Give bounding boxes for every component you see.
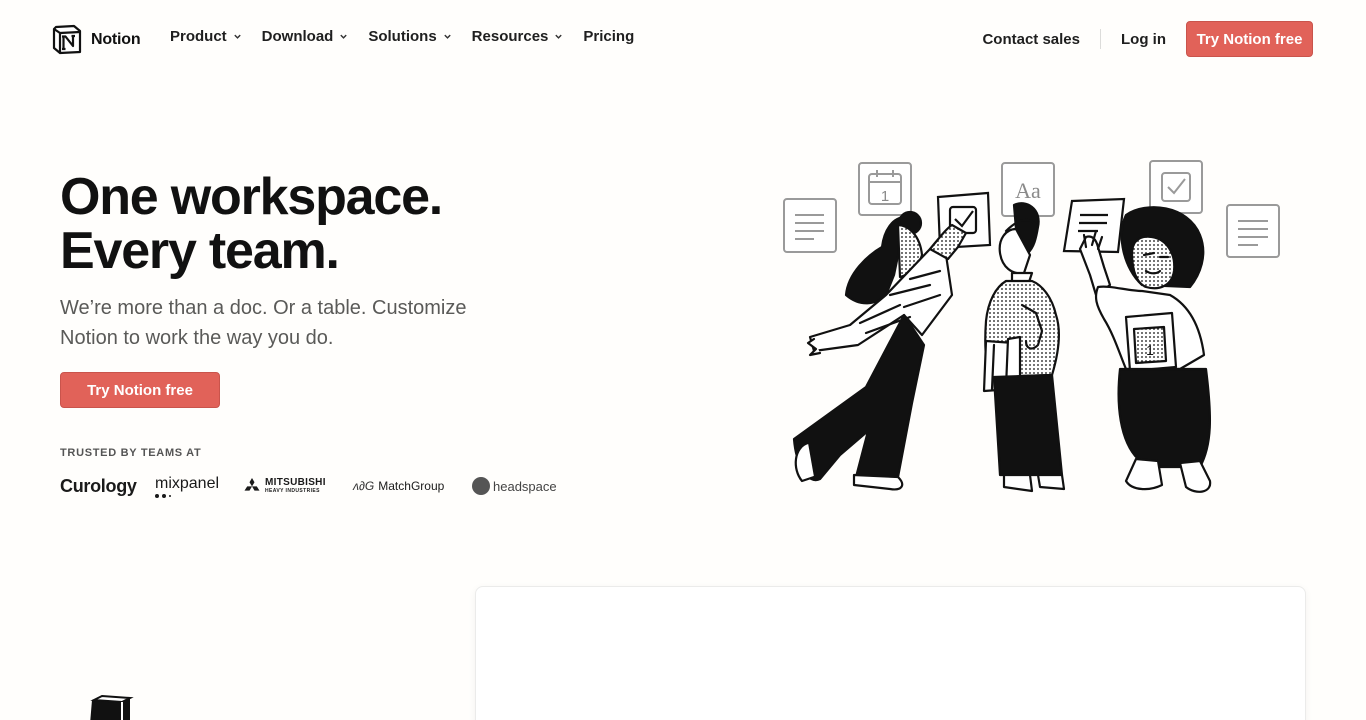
nav-actions: Contact sales Log in Try Notion free bbox=[982, 21, 1313, 57]
mitsubishi-logo-text: MITSUBISHI bbox=[265, 477, 326, 488]
svg-text:1: 1 bbox=[1146, 342, 1154, 358]
hero-illustration: 1 Aa 1 bbox=[783, 160, 1280, 493]
hero-title-line-2: Every team. bbox=[60, 222, 340, 280]
chevron-down-icon bbox=[443, 34, 451, 39]
mitsubishi-logo: MITSUBISHI HEAVY INDUSTRIES bbox=[243, 472, 326, 500]
brand-name: Notion bbox=[91, 30, 141, 48]
try-notion-free-nav-button[interactable]: Try Notion free bbox=[1186, 21, 1313, 57]
nav-item-label: Pricing bbox=[583, 28, 635, 45]
chevron-down-icon bbox=[555, 34, 563, 39]
top-navigation: Notion Product Download Solutions Resour… bbox=[0, 0, 1366, 78]
nav-item-label: Product bbox=[170, 28, 227, 45]
person-right-illustration: 1 bbox=[1078, 206, 1212, 493]
chevron-down-icon bbox=[340, 34, 348, 39]
document-card-icon bbox=[783, 198, 837, 253]
nav-item-solutions[interactable]: Solutions bbox=[368, 28, 451, 45]
matchgroup-logo: ʌ∂G MatchGroup bbox=[353, 472, 444, 500]
svg-text:1: 1 bbox=[881, 188, 889, 205]
matchgroup-mark-icon: ʌ∂G bbox=[353, 479, 375, 493]
svg-text:Aa: Aa bbox=[1015, 178, 1041, 203]
person-left-illustration bbox=[792, 210, 968, 491]
nav-divider bbox=[1100, 29, 1101, 49]
headspace-logo-text: headspace bbox=[493, 478, 557, 494]
mixpanel-logo-text: mixpanel bbox=[155, 474, 220, 492]
nav-item-label: Resources bbox=[471, 28, 549, 45]
cube-icon bbox=[90, 694, 134, 720]
matchgroup-logo-text: MatchGroup bbox=[378, 479, 445, 493]
checkbox-card-icon bbox=[1149, 160, 1203, 214]
hero-title-line-1: One workspace. bbox=[60, 168, 443, 226]
headspace-circle-icon bbox=[472, 477, 490, 495]
hero-title: One workspace. Every team. bbox=[60, 170, 620, 278]
calendar-card-icon: 1 bbox=[858, 162, 912, 216]
nav-item-label: Download bbox=[261, 28, 334, 45]
notion-logo-icon bbox=[52, 24, 82, 55]
contact-sales-link[interactable]: Contact sales bbox=[982, 31, 1080, 48]
nav-item-label: Solutions bbox=[368, 28, 437, 45]
mixpanel-logo: mixpanel bbox=[155, 472, 219, 500]
person-middle-illustration bbox=[982, 202, 1066, 493]
chevron-down-icon bbox=[233, 34, 241, 39]
login-link[interactable]: Log in bbox=[1121, 31, 1166, 48]
mitsubishi-logo-subtext: HEAVY INDUSTRIES bbox=[265, 488, 320, 494]
primary-nav: Product Download Solutions Resources Pri… bbox=[170, 28, 654, 45]
document-card-icon bbox=[1226, 204, 1280, 258]
nav-item-download[interactable]: Download bbox=[262, 28, 349, 45]
nav-item-pricing[interactable]: Pricing bbox=[583, 28, 634, 45]
mixpanel-dots-icon bbox=[155, 493, 171, 498]
product-preview-panel bbox=[475, 586, 1306, 720]
headspace-logo: headspace bbox=[472, 472, 557, 500]
trusted-by-label: TRUSTED BY TEAMS AT bbox=[60, 447, 202, 459]
nav-item-product[interactable]: Product bbox=[170, 28, 242, 45]
curology-logo: Curology bbox=[60, 475, 137, 496]
hero-subtitle: We’re more than a doc. Or a table. Custo… bbox=[60, 297, 467, 349]
try-notion-free-hero-button[interactable]: Try Notion free bbox=[60, 372, 220, 408]
nav-item-resources[interactable]: Resources bbox=[472, 28, 564, 45]
notion-logo-link[interactable]: Notion bbox=[52, 24, 141, 55]
mitsubishi-diamonds-icon bbox=[244, 478, 260, 491]
